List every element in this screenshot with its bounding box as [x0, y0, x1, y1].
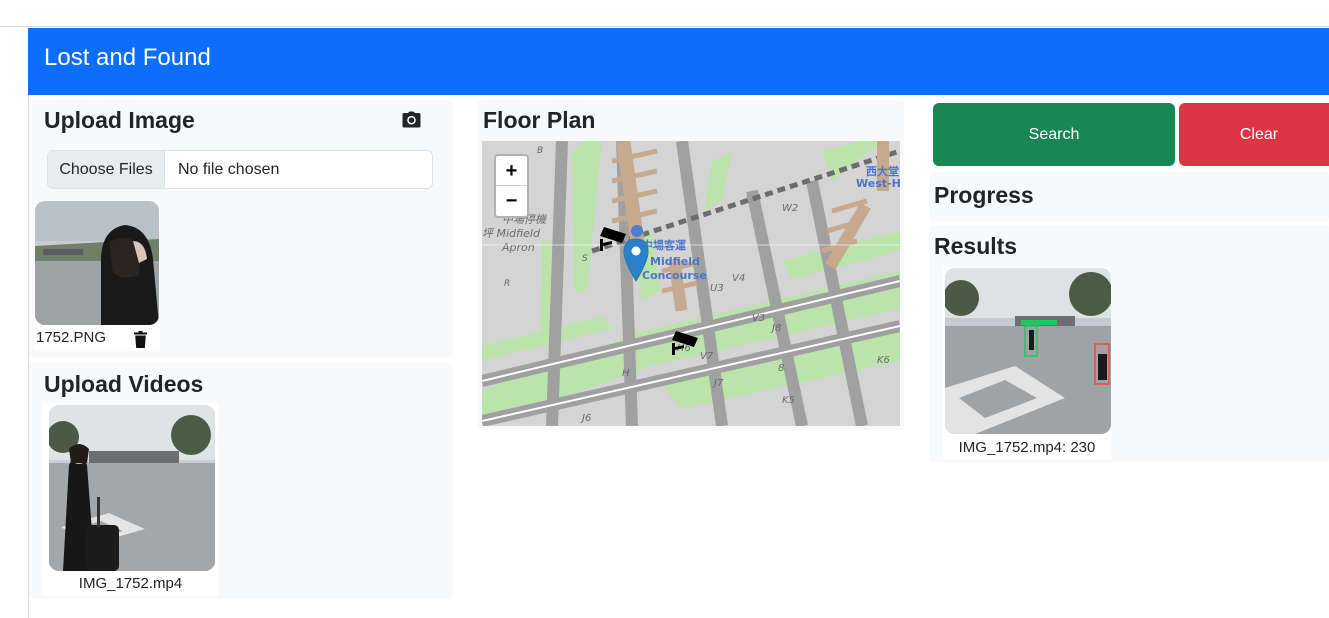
uploaded-image-name: 1752.PNG	[36, 329, 107, 346]
map-label-road-v4: V4	[732, 273, 745, 284]
uploaded-video-name: IMG_1752.mp4	[78, 575, 183, 592]
image-file-input[interactable]: Choose Files No file chosen	[47, 150, 433, 189]
zoom-in-button[interactable]: +	[496, 156, 527, 186]
progress-heading: Progress	[934, 182, 1034, 208]
navbar: Lost and Found	[28, 28, 1329, 95]
map-label-road-j8: J8	[770, 323, 781, 334]
search-button[interactable]: Search	[933, 103, 1175, 166]
uploaded-image-card: 1752.PNG	[34, 200, 160, 351]
map-zoom-control: + −	[494, 154, 529, 218]
map-label-midfield-apron2: Apron	[501, 241, 535, 254]
clear-button[interactable]: Clear	[1179, 103, 1329, 166]
uploaded-video-thumbnail[interactable]	[49, 405, 215, 571]
results-heading: Results	[934, 233, 1018, 259]
uploaded-video-card: IMG_1752.mp4	[43, 403, 218, 596]
zoom-out-button[interactable]: −	[496, 186, 527, 216]
trash-icon[interactable]	[134, 331, 147, 348]
floor-plan-heading: Floor Plan	[483, 107, 596, 133]
map-label-road-v3: V3	[752, 313, 765, 324]
map-label-road-k6: K6	[877, 355, 890, 366]
progress-panel: Progress	[929, 172, 1329, 221]
top-border	[0, 26, 1329, 27]
upload-videos-heading: Upload Videos	[44, 371, 204, 397]
result-card: IMG_1752.mp4: 230	[943, 267, 1111, 459]
map-label-road-j6: J6	[580, 413, 591, 424]
map-label-road-b: B	[537, 146, 543, 156]
upload-image-heading: Upload Image	[44, 107, 195, 133]
map-label-midfield-apron1: 坪 Midfield	[482, 227, 541, 240]
map-label-road-h: H	[622, 368, 630, 379]
floor-plan-map[interactable]: 中場停機 坪 Midfield Apron B S R W2 V4 U3 J8 …	[482, 141, 900, 426]
file-status-text: No file chosen	[178, 161, 280, 178]
result-label: IMG_1752.mp4: 230	[958, 439, 1096, 456]
map-label-road-8: 8	[778, 363, 784, 374]
map-label-west-cn: 西大堂	[866, 164, 899, 178]
map-label-road-s: S	[582, 254, 588, 264]
upload-image-panel: Upload Image Choose Files No file chosen…	[29, 100, 453, 358]
app-title[interactable]: Lost and Found	[44, 44, 211, 72]
map-label-road-w2: W2	[782, 203, 798, 214]
map-label-road-u3: U3	[710, 283, 724, 294]
results-panel: Results IMG_1752.mp4: 230	[929, 225, 1329, 462]
camera-icon[interactable]	[402, 111, 421, 128]
map-label-road-v7: V7	[700, 351, 714, 362]
choose-files-button[interactable]: Choose Files	[48, 151, 165, 188]
map-label-west: West-Ha	[856, 177, 900, 190]
result-thumbnail[interactable]	[945, 268, 1111, 434]
map-station	[631, 225, 643, 237]
map-label-road-r: R	[504, 279, 510, 289]
map-station-west	[878, 147, 890, 159]
map-label-road-j7: J7	[712, 378, 724, 389]
upload-videos-panel: Upload Videos IMG_1752.mp4	[29, 363, 453, 599]
map-label-concourse1: Midfield	[650, 255, 700, 268]
map-label-road-k5: K5	[782, 395, 795, 406]
floor-plan-panel: Floor Plan 中場停機 坪 Midfield Apron B S R W…	[477, 100, 904, 430]
uploaded-image-thumbnail[interactable]	[35, 201, 159, 325]
map-label-concourse2: Concourse	[642, 269, 707, 282]
